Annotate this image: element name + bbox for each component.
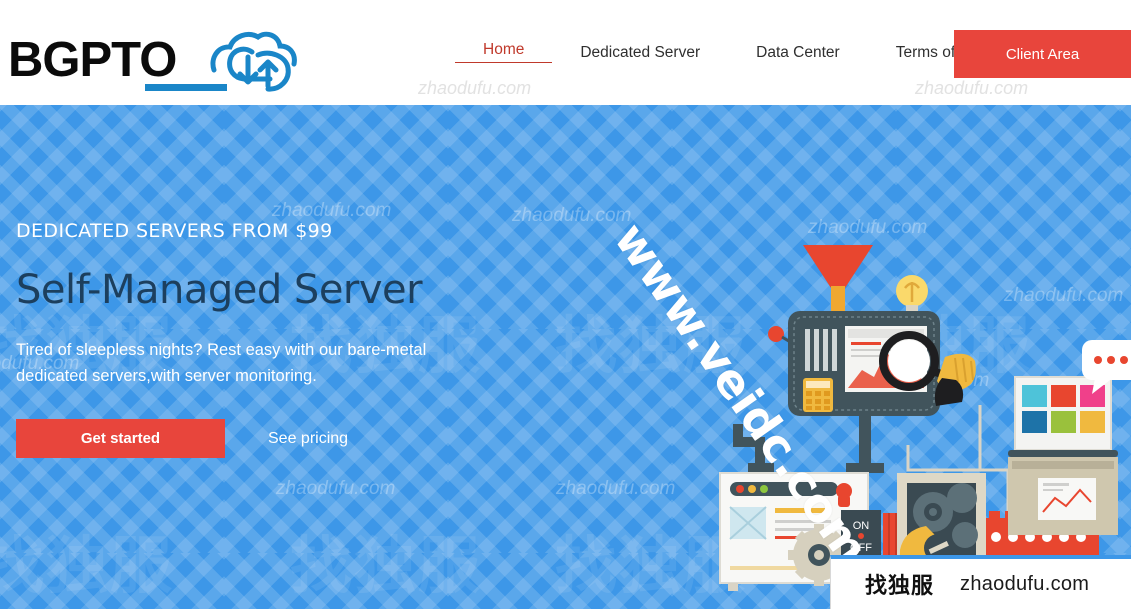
zhaodufu-badge: 找独服 zhaodufu.com [830, 555, 1131, 609]
page-root: zhaodufu.com zhaodufu.com BGPTO Home Ded… [0, 0, 1131, 609]
nav-item-dedicated-server[interactable]: Dedicated Server [552, 45, 728, 61]
bg-watermark-1: zhaodufu.com [272, 200, 392, 221]
server-management-illustration: ON OFF [719, 245, 1131, 605]
nav-item-home[interactable]: Home [455, 42, 553, 64]
client-area-button[interactable]: Client Area [954, 30, 1131, 78]
hero-headline: Self-Managed Server [16, 267, 423, 313]
hero-eyebrow: DEDICATED SERVERS FROM $99 [16, 220, 333, 242]
site-logo[interactable]: BGPTO [8, 18, 298, 92]
bg-watermark-3: zhaodufu.com [512, 205, 632, 226]
bg-glyph-5: 找独服 [0, 529, 175, 602]
lightbulb-icon [896, 275, 928, 312]
cabinet-device [1008, 457, 1118, 535]
main-navigation: Home Dedicated Server Data Center Terms … [455, 0, 1012, 105]
logo-wordmark: BGPTO [8, 33, 177, 87]
badge-url-label: zhaodufu.com [960, 572, 1090, 595]
laptop-tiles [1008, 376, 1118, 457]
site-header: zhaodufu.com zhaodufu.com BGPTO Home Ded… [0, 0, 1131, 105]
funnel-icon [803, 245, 873, 312]
hero-subtext: Tired of sleepless nights? Rest easy wit… [16, 341, 427, 385]
bg-watermark-5: zhaodufu.com [276, 478, 396, 499]
hero-content: DEDICATED SERVERS FROM $99 Self-Managed … [16, 220, 486, 459]
see-pricing-link[interactable]: See pricing [268, 430, 348, 448]
switch-on-label: ON [853, 520, 870, 532]
bg-watermark-6: zhaodufu.com [556, 478, 676, 499]
get-started-button[interactable]: Get started [16, 419, 225, 459]
switch-off-label: OFF [850, 542, 872, 554]
hero-cta-row: Get started See pricing [16, 419, 486, 459]
bg-glyph-6: 找独服 [290, 529, 483, 602]
hero-section: 找独服 找独服 找独服 找独服 找独服 找独服 找独服 zhaodufu.com… [0, 105, 1131, 609]
nav-item-data-center[interactable]: Data Center [728, 45, 868, 61]
cloud-arrows-icon [210, 31, 297, 92]
badge-cn-label: 找独服 [865, 574, 935, 599]
